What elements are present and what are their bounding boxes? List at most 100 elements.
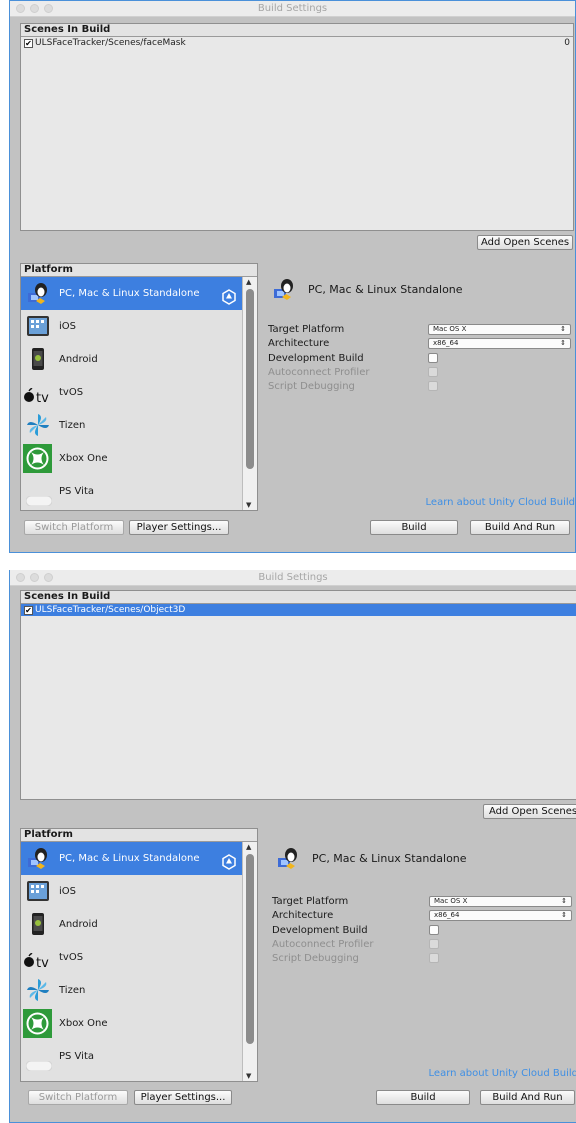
platform-item-tvos[interactable]: tv tvOS: [21, 376, 243, 409]
tizen-icon: [26, 413, 50, 437]
zoom-window-icon[interactable]: [44, 573, 53, 582]
ios-icon: [26, 314, 50, 338]
scroll-down-icon[interactable]: ▼: [246, 501, 251, 509]
platform-label: PC, Mac & Linux Standalone: [59, 288, 200, 299]
settings-title-label: PC, Mac & Linux Standalone: [308, 283, 463, 296]
scenes-header: Scenes In Build: [21, 24, 573, 37]
scroll-thumb[interactable]: [246, 854, 254, 1044]
platform-item-ios[interactable]: iOS: [21, 310, 243, 343]
settings-title: PC, Mac & Linux Standalone: [276, 844, 467, 874]
standalone-icon: [276, 846, 300, 870]
add-open-scenes-button[interactable]: Add Open Scenes: [483, 804, 576, 819]
psvita-icon: [25, 487, 53, 507]
platform-item-ps-vita[interactable]: PS Vita: [21, 475, 243, 508]
target-platform-select[interactable]: Mac OS X ⇕: [429, 896, 572, 907]
minimize-window-icon[interactable]: [30, 573, 39, 582]
autoconnect-profiler-label: Autoconnect Profiler: [268, 367, 370, 378]
window-title: Build Settings: [258, 572, 328, 583]
build-and-run-button[interactable]: Build And Run: [470, 520, 570, 535]
build-button[interactable]: Build: [376, 1090, 470, 1105]
autoconnect-profiler-label: Autoconnect Profiler: [272, 939, 374, 950]
platform-label: Xbox One: [59, 453, 108, 464]
unity-cloud-build-link[interactable]: Learn about Unity Cloud Build: [426, 497, 575, 508]
target-platform-label: Target Platform: [268, 324, 345, 335]
player-settings-button[interactable]: Player Settings...: [129, 520, 229, 535]
development-build-checkbox[interactable]: [428, 353, 438, 363]
platform-panel: Platform PC, Mac & Linux Standalone iOS: [20, 828, 258, 1082]
scroll-down-icon[interactable]: ▼: [246, 1072, 251, 1080]
target-platform-value: Mac OS X: [434, 897, 468, 905]
architecture-row: Architecture x86_64 ⇕: [272, 909, 572, 922]
autoconnect-profiler-row: Autoconnect Profiler: [272, 938, 572, 951]
title-bar[interactable]: Build Settings: [10, 1, 575, 17]
script-debugging-checkbox: [428, 381, 438, 391]
platform-list: PC, Mac & Linux Standalone iOS Android t…: [21, 842, 243, 1073]
player-settings-button[interactable]: Player Settings...: [134, 1090, 232, 1105]
development-build-label: Development Build: [272, 925, 368, 936]
build-settings-window-bottom: Build Settings Scenes In Build ✔ ULSFace…: [9, 570, 576, 1123]
close-window-icon[interactable]: [16, 4, 25, 13]
development-build-checkbox[interactable]: [429, 925, 439, 935]
scenes-header: Scenes In Build: [21, 591, 576, 604]
autoconnect-profiler-checkbox: [428, 367, 438, 377]
scene-checkbox[interactable]: ✔: [24, 606, 33, 615]
scene-path: ULSFaceTracker/Scenes/Object3D: [35, 605, 186, 615]
platform-label: PS Vita: [59, 486, 95, 497]
platform-label: tvOS: [59, 952, 84, 963]
switch-platform-button[interactable]: Switch Platform: [24, 520, 124, 535]
settings-title: PC, Mac & Linux Standalone: [272, 275, 463, 305]
platform-label: Xbox One: [59, 1018, 108, 1029]
scene-checkbox[interactable]: ✔: [24, 39, 33, 48]
platform-scrollbar[interactable]: ▲ ▼: [242, 277, 257, 510]
scene-row[interactable]: ✔ ULSFaceTracker/Scenes/faceMask 0: [21, 37, 573, 49]
architecture-label: Architecture: [272, 910, 334, 921]
platform-header: Platform: [21, 829, 257, 842]
target-platform-row: Target Platform Mac OS X ⇕: [268, 323, 573, 336]
build-button[interactable]: Build: [370, 520, 458, 535]
minimize-window-icon[interactable]: [30, 4, 39, 13]
platform-item-tizen[interactable]: Tizen: [21, 974, 243, 1007]
platform-scrollbar[interactable]: ▲ ▼: [242, 842, 257, 1081]
platform-item-xbox-one[interactable]: Xbox One: [21, 1007, 243, 1040]
development-build-row: Development Build: [268, 352, 573, 365]
platform-item-ios[interactable]: iOS: [21, 875, 243, 908]
script-debugging-row: Script Debugging: [268, 380, 573, 393]
svg-text:tv: tv: [36, 956, 49, 969]
platform-item-android[interactable]: Android: [21, 343, 243, 376]
appletv-icon: tv: [23, 950, 55, 971]
psvita-icon: [25, 1052, 53, 1072]
build-and-run-button[interactable]: Build And Run: [480, 1090, 575, 1105]
platform-label: iOS: [59, 321, 76, 332]
platform-item-xbox-one[interactable]: Xbox One: [21, 442, 243, 475]
android-icon: [26, 912, 50, 936]
add-open-scenes-button[interactable]: Add Open Scenes: [477, 235, 573, 250]
scroll-up-icon[interactable]: ▲: [246, 278, 251, 286]
android-icon: [26, 347, 50, 371]
close-window-icon[interactable]: [16, 573, 25, 582]
xbox-icon: [23, 1009, 52, 1038]
title-bar[interactable]: Build Settings: [10, 570, 576, 586]
platform-label: Tizen: [59, 985, 86, 996]
switch-platform-button[interactable]: Switch Platform: [28, 1090, 128, 1105]
unity-cloud-build-link[interactable]: Learn about Unity Cloud Build: [429, 1068, 576, 1079]
select-arrow-icon: ⇕: [561, 911, 567, 919]
scroll-up-icon[interactable]: ▲: [246, 843, 251, 851]
platform-item-android[interactable]: Android: [21, 908, 243, 941]
platform-settings-panel: PC, Mac & Linux Standalone Target Platfo…: [272, 832, 576, 1082]
platform-item-tizen[interactable]: Tizen: [21, 409, 243, 442]
scene-row[interactable]: ✔ ULSFaceTracker/Scenes/Object3D 0: [21, 604, 576, 616]
target-platform-select[interactable]: Mac OS X ⇕: [428, 324, 571, 335]
platform-item-ps-vita[interactable]: PS Vita: [21, 1040, 243, 1073]
xbox-icon: [23, 444, 52, 473]
zoom-window-icon[interactable]: [44, 4, 53, 13]
scroll-thumb[interactable]: [246, 289, 254, 469]
autoconnect-profiler-row: Autoconnect Profiler: [268, 366, 573, 379]
architecture-select[interactable]: x86_64 ⇕: [428, 338, 571, 349]
platform-panel: Platform PC, Mac & Linux Standalone iOS: [20, 263, 258, 511]
architecture-select[interactable]: x86_64 ⇕: [429, 910, 572, 921]
script-debugging-row: Script Debugging: [272, 952, 572, 965]
platform-item-standalone[interactable]: PC, Mac & Linux Standalone: [21, 842, 243, 875]
platform-item-standalone[interactable]: PC, Mac & Linux Standalone: [21, 277, 243, 310]
platform-label: Android: [59, 919, 98, 930]
platform-item-tvos[interactable]: tv tvOS: [21, 941, 243, 974]
